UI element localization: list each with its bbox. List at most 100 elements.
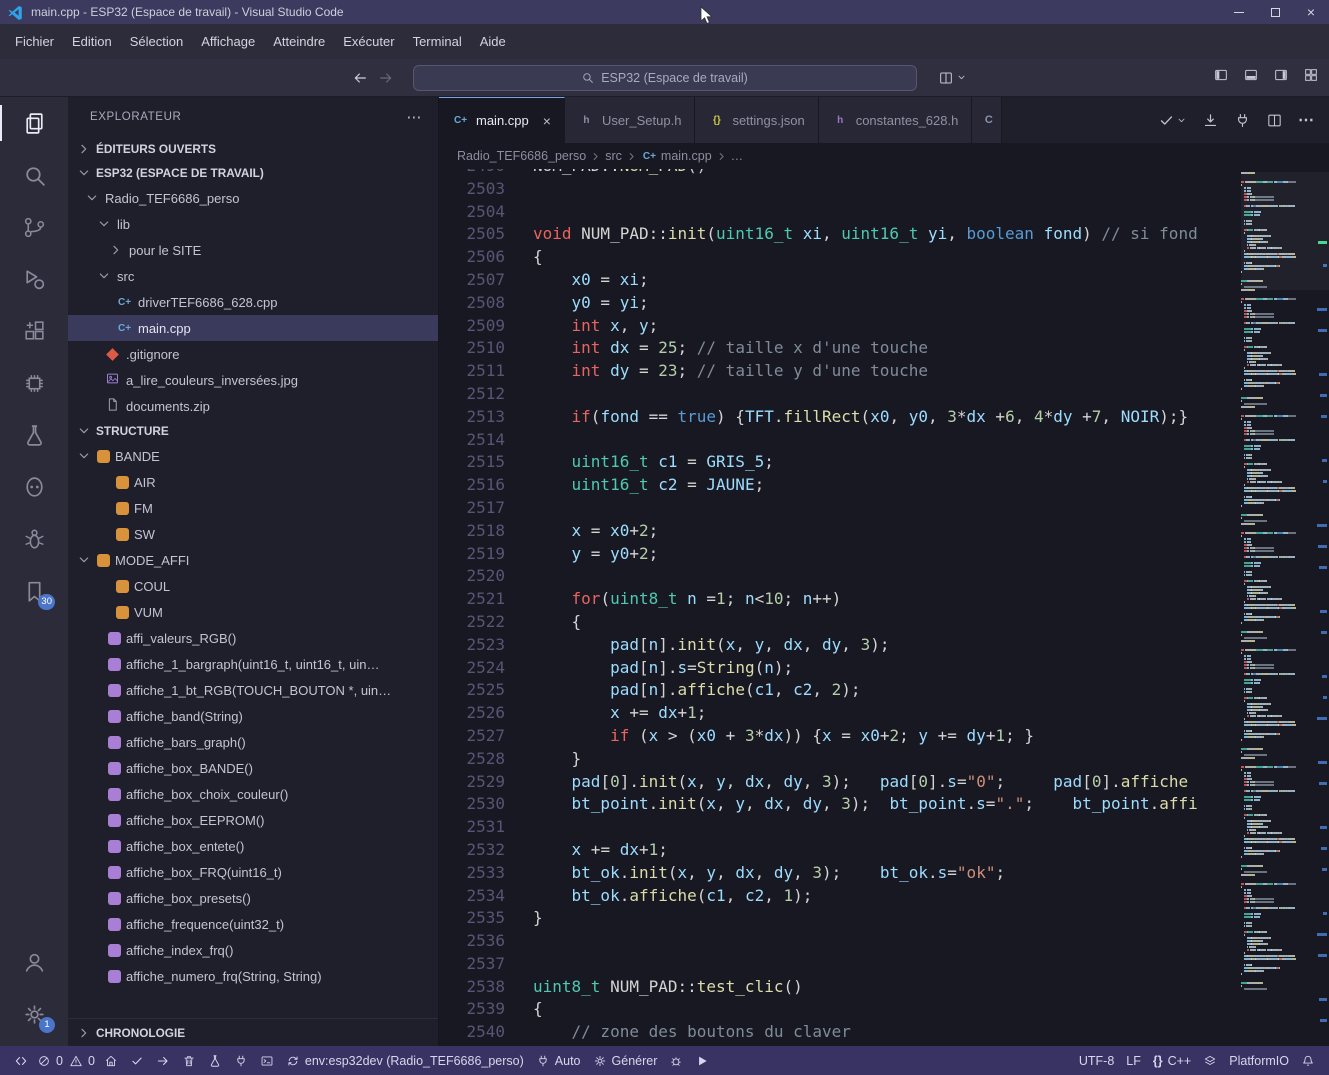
outline-item-affiche-box-eeprom[interactable]: affiche_box_EEPROM() — [68, 807, 438, 833]
activity-search[interactable] — [0, 149, 68, 201]
code-line[interactable]: 2531 — [439, 816, 1241, 839]
tree-item-main-cpp[interactable]: C+main.cpp — [68, 315, 438, 341]
menu-item-affichage[interactable]: Affichage — [192, 31, 264, 52]
line-number[interactable]: 2526 — [439, 702, 505, 725]
status-pio-clean[interactable] — [176, 1049, 202, 1072]
line-number[interactable]: 2513 — [439, 406, 505, 429]
section-timeline[interactable]: CHRONOLOGIE — [68, 1018, 438, 1046]
line-number[interactable]: 2525 — [439, 679, 505, 702]
status-remote[interactable] — [8, 1049, 34, 1072]
outline-item-affiche-1-bargraph-uint16-t-uint16-t-uin[interactable]: affiche_1_bargraph(uint16_t, uint16_t, u… — [68, 651, 438, 677]
more-actions-button[interactable]: ⋯ — [1298, 110, 1314, 130]
breadcrumb-item-item[interactable]: … — [731, 149, 744, 163]
outline-item-affiche-box-entete[interactable]: affiche_box_entete() — [68, 833, 438, 859]
code-line[interactable]: 2507 x0 = xi; — [439, 269, 1241, 292]
outline-item-fm[interactable]: FM — [68, 495, 438, 521]
code-line[interactable]: 2539{ — [439, 998, 1241, 1021]
code-line[interactable]: 2524 pad[n].s=String(n); — [439, 657, 1241, 680]
tree-item-gitignore[interactable]: .gitignore — [68, 341, 438, 367]
status-pio-test[interactable] — [202, 1049, 228, 1072]
code-line[interactable]: 2525 pad[n].affiche(c1, c2, 2); — [439, 679, 1241, 702]
menu-item-atteindre[interactable]: Atteindre — [264, 31, 334, 52]
run-build-task-button[interactable] — [1158, 112, 1187, 129]
line-number[interactable]: 2512 — [439, 383, 505, 406]
code-line[interactable]: 2532 x += dx+1; — [439, 839, 1241, 862]
outline-item-bande[interactable]: BANDE — [68, 443, 438, 469]
line-number[interactable]: 2519 — [439, 543, 505, 566]
close-icon[interactable]: × — [543, 113, 551, 129]
outline-item-affiche-box-presets[interactable]: affiche_box_presets() — [68, 885, 438, 911]
outline-item-coul[interactable]: COUL — [68, 573, 438, 599]
line-number[interactable]: 2538 — [439, 976, 505, 999]
code-line[interactable]: 2518 x = x0+2; — [439, 520, 1241, 543]
tree-item-documents-zip[interactable]: documents.zip — [68, 393, 438, 419]
code-line[interactable]: 2508 y0 = yi; — [439, 292, 1241, 315]
code-line[interactable]: 2538uint8_t NUM_PAD::test_clic() — [439, 976, 1241, 999]
status-pio-upload[interactable] — [150, 1049, 176, 1072]
outline-item-affi-valeurs-rgb[interactable]: affi_valeurs_RGB() — [68, 625, 438, 651]
code-line[interactable]: 2535} — [439, 907, 1241, 930]
back-icon[interactable] — [352, 70, 368, 86]
toggle-primary-sidebar[interactable] — [1213, 67, 1229, 88]
code-line[interactable]: 2530 bt_point.init(x, y, dx, dy, 3); bt_… — [439, 793, 1241, 816]
activity-run-debug[interactable] — [0, 253, 68, 305]
line-number[interactable]: 2514 — [439, 429, 505, 452]
tab-main-cpp[interactable]: C+main.cpp× — [439, 97, 565, 143]
line-number[interactable]: 2535 — [439, 907, 505, 930]
line-number[interactable]: 2527 — [439, 725, 505, 748]
code-line[interactable]: 2513 if(fond == true) {TFT.fillRect(x0, … — [439, 406, 1241, 429]
status-pio-env[interactable]: env:esp32dev (Radio_TEF6686_perso) — [280, 1049, 530, 1072]
status-notifications[interactable] — [1295, 1049, 1321, 1072]
toggle-panel[interactable] — [1243, 67, 1259, 88]
code-line[interactable]: 2503 — [439, 178, 1241, 201]
status-generate[interactable]: Générer — [587, 1049, 664, 1072]
line-number[interactable]: 2531 — [439, 816, 505, 839]
code-line[interactable]: 2534 bt_ok.affiche(c1, c2, 1); — [439, 885, 1241, 908]
activity-pio-board[interactable] — [0, 357, 68, 409]
command-center[interactable]: ESP32 (Espace de travail) — [413, 65, 917, 91]
code-line[interactable]: 2509 int x, y; — [439, 315, 1241, 338]
menu-item-aide[interactable]: Aide — [471, 31, 515, 52]
outline-item-affiche-frequence-uint32-t[interactable]: affiche_frequence(uint32_t) — [68, 911, 438, 937]
outline-item-affiche-bars-graph[interactable]: affiche_bars_graph() — [68, 729, 438, 755]
menu-item-executer[interactable]: Exécuter — [334, 31, 403, 52]
activity-extensions[interactable] — [0, 305, 68, 357]
toggle-secondary-sidebar[interactable] — [1273, 67, 1289, 88]
tab-user-setup-h[interactable]: hUser_Setup.h — [565, 97, 696, 143]
close-button[interactable]: × — [1293, 0, 1329, 24]
code-viewport[interactable]: 2490NUM_PAD::NUM_PAD()250325042505void N… — [439, 169, 1241, 1046]
tab-settings-json[interactable]: {}settings.json — [695, 97, 818, 143]
code-line[interactable]: 2521 for(uint8_t n =1; n<10; n++) — [439, 588, 1241, 611]
activity-test[interactable] — [0, 409, 68, 461]
tree-item-drivertef6686-628-cpp[interactable]: C+driverTEF6686_628.cpp — [68, 289, 438, 315]
code-line[interactable]: 2515 uint16_t c1 = GRIS_5; — [439, 451, 1241, 474]
status-pio-new-terminal[interactable] — [254, 1049, 280, 1072]
section-workspace[interactable]: ESP32 (ESPACE DE TRAVAIL) — [68, 161, 438, 185]
code-line[interactable]: 2517 — [439, 497, 1241, 520]
code-line[interactable]: 2506{ — [439, 246, 1241, 269]
line-number[interactable]: 2504 — [439, 201, 505, 224]
upload-button[interactable] — [1202, 112, 1219, 129]
code-line[interactable]: 2522 { — [439, 611, 1241, 634]
line-number[interactable]: 2517 — [439, 497, 505, 520]
activity-account[interactable] — [0, 936, 68, 988]
status-run[interactable] — [689, 1049, 715, 1072]
minimize-button[interactable] — [1221, 0, 1257, 24]
code-line[interactable]: 2526 x += dx+1; — [439, 702, 1241, 725]
customize-layout[interactable] — [1303, 67, 1319, 88]
menu-item-fichier[interactable]: Fichier — [6, 31, 63, 52]
outline-item-affiche-box-bande[interactable]: affiche_box_BANDE() — [68, 755, 438, 781]
code-line[interactable]: 2510 int dx = 25; // taille x d'une touc… — [439, 337, 1241, 360]
line-number[interactable]: 2515 — [439, 451, 505, 474]
code-line[interactable]: 2537 — [439, 953, 1241, 976]
tree-item-lib[interactable]: lib — [68, 211, 438, 237]
section-structure[interactable]: STRUCTURE — [68, 419, 438, 443]
code-line[interactable]: 2514 — [439, 429, 1241, 452]
line-number[interactable]: 2520 — [439, 565, 505, 588]
split-editor-button[interactable] — [1266, 112, 1283, 129]
line-number[interactable]: 2510 — [439, 337, 505, 360]
editor-layout-toggle[interactable] — [938, 70, 967, 86]
status-pio-serial-monitor[interactable] — [228, 1049, 254, 1072]
line-number[interactable]: 2537 — [439, 953, 505, 976]
tree-item-a-lire-couleurs-inversees-jpg[interactable]: a_lire_couleurs_inversées.jpg — [68, 367, 438, 393]
